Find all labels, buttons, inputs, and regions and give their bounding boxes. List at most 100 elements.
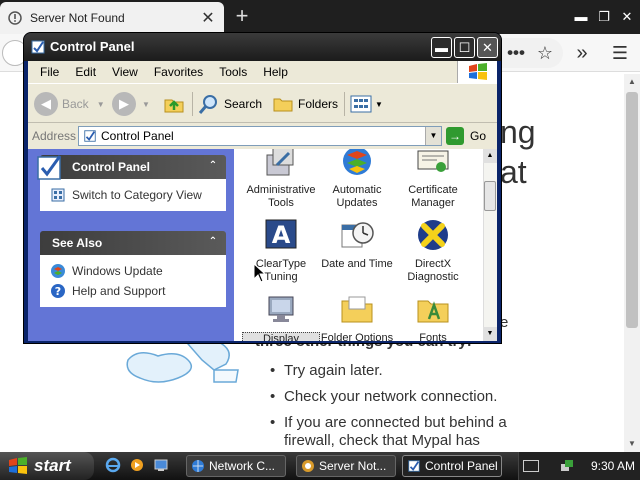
automatic-updates-icon: [343, 149, 371, 175]
scroll-down-arrow-icon[interactable]: ▼: [624, 436, 640, 452]
window-title: Control Panel: [50, 39, 135, 54]
taskbar-button-control-panel[interactable]: Control Panel: [402, 455, 502, 477]
chevrons-right-icon[interactable]: »: [571, 42, 593, 64]
control-panel-task-panel: Control Panel ⌃ Switch to Category View: [37, 155, 226, 211]
item-date-and-time[interactable]: Date and Time: [318, 217, 396, 271]
search-icon: [198, 95, 217, 114]
views-grid-icon: [350, 95, 372, 113]
panel-header[interactable]: See Also ⌃: [40, 231, 226, 255]
item-directx-diagnostic[interactable]: DirectX Diagnostic: [394, 217, 472, 284]
chevron-down-icon: ▼: [96, 99, 105, 109]
scroll-thumb[interactable]: [484, 181, 496, 211]
browser-close-button[interactable]: ✕: [617, 7, 637, 27]
item-display[interactable]: Display: [242, 291, 320, 341]
address-field[interactable]: Control Panel ▼: [78, 126, 442, 146]
show-desktop-icon[interactable]: [152, 456, 170, 474]
menu-help[interactable]: Help: [255, 65, 296, 79]
scroll-down-arrow-icon[interactable]: ▼: [483, 327, 497, 341]
item-automatic-updates[interactable]: Automatic Updates: [318, 149, 396, 210]
browser-minimize-button[interactable]: ▬: [571, 7, 591, 27]
folder-options-icon: [341, 296, 373, 323]
search-button[interactable]: Search: [198, 91, 262, 117]
forward-button[interactable]: ▶ ▼: [112, 91, 150, 117]
address-label: Address: [32, 129, 77, 143]
clock: 9:30 AM: [591, 459, 636, 473]
menu-file[interactable]: File: [32, 65, 67, 79]
go-button[interactable]: → Go: [446, 126, 486, 146]
panel-title: Control Panel: [72, 160, 151, 174]
scroll-up-arrow-icon[interactable]: ▲: [624, 74, 640, 90]
browser-scroll-thumb[interactable]: [626, 92, 638, 328]
chevron-down-icon: ▼: [375, 99, 383, 109]
help-and-support-link[interactable]: ? Help and Support: [50, 281, 216, 301]
address-value: Control Panel: [101, 129, 174, 143]
internet-explorer-icon[interactable]: [104, 456, 122, 474]
browser-icon: [302, 460, 314, 472]
menu-bar: File Edit View Favorites Tools Help: [28, 61, 497, 83]
browser-tab[interactable]: Server Not Found ✕: [0, 2, 224, 34]
panel-header[interactable]: Control Panel ⌃: [37, 155, 226, 180]
certificate-manager-icon: [417, 150, 449, 172]
list-item: Check your network connection.: [268, 388, 528, 406]
close-button[interactable]: ✕: [477, 37, 498, 58]
control-panel-items: Administrative Tools Automatic Updates C…: [234, 149, 483, 341]
directx-icon: [418, 220, 448, 250]
item-certificate-manager[interactable]: Certificate Manager: [394, 149, 472, 210]
address-dropdown-icon[interactable]: ▼: [425, 127, 441, 145]
network-status-icon[interactable]: [559, 458, 575, 474]
taskbar: start Network C... Server Not... Control…: [0, 452, 640, 480]
items-scrollbar[interactable]: [483, 149, 497, 341]
error-title-fragment-2: at: [500, 154, 527, 190]
up-folder-button[interactable]: [162, 91, 186, 117]
media-player-icon[interactable]: [128, 456, 146, 474]
task-pane: Control Panel ⌃ Switch to Category View …: [28, 149, 234, 341]
switch-category-view-link[interactable]: Switch to Category View: [50, 185, 216, 205]
back-button[interactable]: ◀ Back ▼: [34, 91, 105, 117]
views-button[interactable]: ▼: [350, 91, 383, 117]
taskbar-button-browser[interactable]: Server Not...: [296, 455, 396, 477]
menu-favorites[interactable]: Favorites: [146, 65, 211, 79]
forward-arrow-icon: ▶: [112, 92, 136, 116]
browser-maximize-button[interactable]: ❐: [594, 7, 614, 27]
collapse-chevrons-icon[interactable]: ⌃: [206, 235, 220, 249]
title-bar[interactable]: Control Panel ▬ ☐ ✕: [24, 33, 501, 61]
help-icon: ?: [50, 283, 66, 299]
item-fonts[interactable]: Fonts: [394, 291, 472, 341]
chevron-down-icon: ▼: [142, 99, 150, 109]
minimize-button[interactable]: ▬: [431, 37, 452, 58]
new-tab-icon[interactable]: +: [230, 4, 254, 28]
menu-view[interactable]: View: [104, 65, 146, 79]
windows-update-link[interactable]: Windows Update: [50, 261, 216, 281]
control-panel-icon: [408, 460, 420, 472]
maximize-button[interactable]: ☐: [454, 37, 475, 58]
start-button[interactable]: start: [0, 452, 94, 480]
hamburger-menu-icon[interactable]: ☰: [609, 42, 631, 64]
toolbar-separator: [192, 92, 193, 116]
category-view-icon: [50, 187, 66, 203]
scroll-up-arrow-icon[interactable]: ▲: [483, 149, 497, 163]
menu-edit[interactable]: Edit: [67, 65, 104, 79]
collapse-chevrons-icon[interactable]: ⌃: [206, 159, 220, 173]
control-panel-icon: [84, 130, 96, 142]
panel-title: See Also: [52, 236, 103, 250]
tab-close-icon[interactable]: ✕: [200, 8, 216, 28]
list-item: If you are connected but behind a firewa…: [268, 414, 528, 450]
star-icon[interactable]: ☆: [534, 42, 556, 64]
keyboard-icon[interactable]: [523, 460, 539, 472]
folders-button[interactable]: Folders: [272, 91, 338, 117]
svg-text:?: ?: [55, 285, 61, 298]
quick-launch: [104, 456, 176, 474]
menu-tools[interactable]: Tools: [211, 65, 255, 79]
error-title-fragment: ng: [500, 114, 536, 150]
item-folder-options[interactable]: Folder Options: [318, 291, 396, 341]
taskbar-button-network[interactable]: Network C...: [186, 455, 286, 477]
mouse-cursor-icon: [253, 263, 267, 283]
fonts-icon: [417, 300, 449, 323]
item-administrative-tools[interactable]: Administrative Tools: [242, 149, 320, 210]
windows-update-icon: [50, 263, 66, 279]
up-folder-icon: [164, 99, 184, 113]
display-icon: [268, 296, 294, 322]
more-icon[interactable]: •••: [505, 42, 527, 64]
go-arrow-icon: →: [446, 127, 464, 145]
toolbar: ◀ Back ▼ ▶ ▼ Search Folders ▼: [28, 83, 497, 123]
